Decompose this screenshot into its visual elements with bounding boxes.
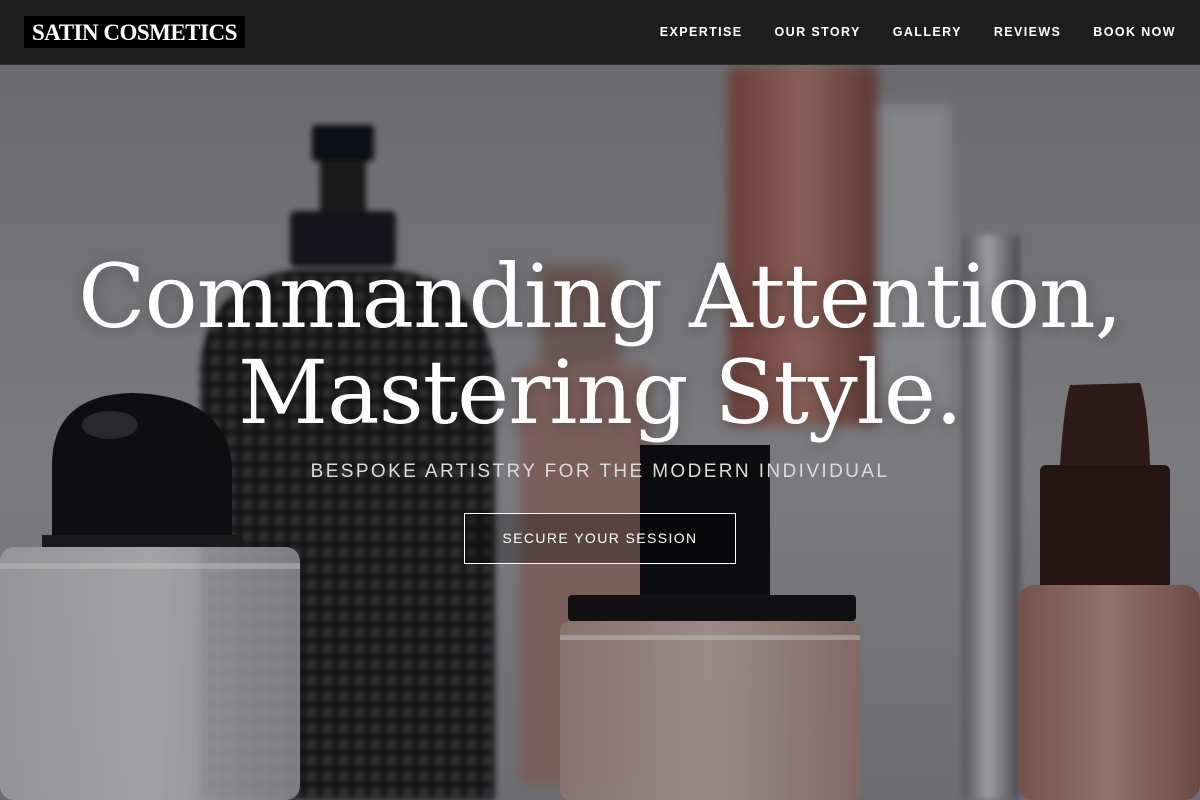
hero-title-line-2: Mastering Style. [238,341,963,444]
secure-session-button[interactable]: SECURE YOUR SESSION [464,513,736,564]
brand-logo[interactable]: SATIN COSMETICS [24,16,245,48]
nav-link-gallery[interactable]: GALLERY [893,25,962,39]
nav-link-our-story[interactable]: OUR STORY [775,25,861,39]
main-nav: EXPERTISE OUR STORY GALLERY REVIEWS BOOK… [628,0,1176,64]
hero-title-line-1: Commanding Attention, [78,245,1122,348]
nav-link-reviews[interactable]: REVIEWS [994,25,1061,39]
nav-link-expertise[interactable]: EXPERTISE [660,25,743,39]
hero-section: Commanding Attention, Mastering Style. B… [0,65,1200,800]
nav-link-book-now[interactable]: BOOK NOW [1093,25,1176,39]
hero-subtitle: BESPOKE ARTISTRY FOR THE MODERN INDIVIDU… [310,461,890,482]
hero-title: Commanding Attention, Mastering Style. [0,249,1200,441]
top-navbar: SATIN COSMETICS EXPERTISE OUR STORY GALL… [0,0,1200,65]
